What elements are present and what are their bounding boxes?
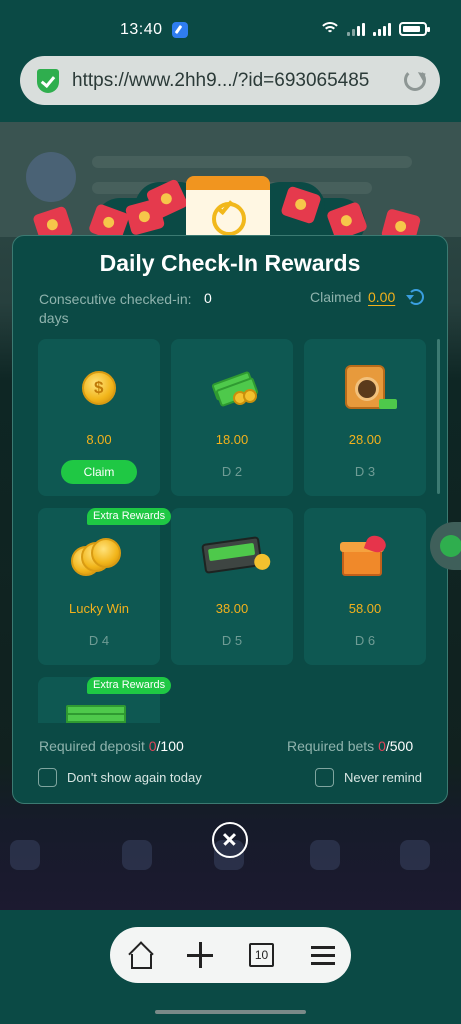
coin-stack-icon [71,538,123,578]
reward-amount: Lucky Win [69,601,129,616]
required-bets-current: 0 [378,738,386,754]
reward-card-day-4[interactable]: Lucky Win D 4 Extra Rewards [38,508,172,665]
reward-day: D 2 [221,464,243,479]
secure-shield-icon[interactable] [37,69,59,93]
required-bets: Required bets 0/500 [287,738,413,754]
safe-icon [345,365,397,409]
required-deposit-label: Required deposit [39,738,145,754]
never-remind-checkbox[interactable] [315,768,334,787]
tabs-button[interactable]: 10 [244,937,280,973]
never-remind-option[interactable]: Never remind [315,768,422,787]
card-list-scrollbar[interactable] [437,339,440,494]
claimed-value[interactable]: 0.00 [368,289,395,305]
signal-icon-2 [373,22,391,36]
menu-icon[interactable] [305,937,341,973]
status-time: 13:40 [120,21,163,38]
status-icons [321,22,430,36]
wifi-icon [321,22,339,36]
reward-card-day-5[interactable]: 38.00 D 5 [171,508,293,665]
reward-day: D 3 [354,464,376,479]
browser-toolbar: 10 [110,927,351,983]
status-bar: 13:40 [0,0,461,52]
reward-day: D 6 [354,633,376,648]
claimed-label: Claimed [310,289,362,305]
reward-card-day-1[interactable]: 8.00 Claim [38,339,160,496]
close-modal-icon[interactable] [212,822,248,858]
never-remind-label[interactable]: Never remind [344,770,422,785]
required-bets-label: Required bets [287,738,375,754]
background-text-line [92,156,412,168]
reward-card-day-3[interactable]: 28.00 D 3 [304,339,426,496]
gift-box-icon [340,533,390,576]
reward-card-grid: 8.00 Claim 18.00 D 2 28.00 D 3 Lucky Wi [38,339,428,723]
home-indicator[interactable] [155,1010,306,1014]
daily-checkin-modal: Daily Check-In Rewards Consecutive check… [12,235,448,804]
app-notification-icon [172,22,188,38]
reward-day: D 4 [88,633,110,648]
cash-coins-icon [211,370,259,408]
extra-rewards-badge: Extra Rewards [87,677,172,694]
reward-amount: 58.00 [348,601,382,616]
cash-briefcase-icon [201,536,263,574]
reward-amount: 28.00 [348,432,382,447]
required-deposit-total: /100 [156,738,184,754]
dont-show-today-option[interactable]: Don't show again today [38,768,202,787]
reward-amount: 8.00 [86,432,112,447]
consecutive-checkin-label: Consecutive checked-in: days [39,291,192,326]
signal-icon [347,22,365,36]
reward-amount: 38.00 [215,601,249,616]
new-tab-icon[interactable] [182,937,218,973]
calendar-check-icon [186,176,270,242]
checkin-header-decoration [0,168,461,248]
reward-card-day-7[interactable]: Extra Rewards [38,677,172,723]
reward-card-day-6[interactable]: 58.00 D 6 [304,508,426,665]
required-bets-total: /500 [385,738,414,754]
reward-day: D 5 [221,633,243,648]
reward-card-day-2[interactable]: 18.00 D 2 [171,339,293,496]
battery-icon [399,22,430,36]
gold-coin-icon [82,371,116,405]
dont-show-today-checkbox[interactable] [38,768,57,787]
required-deposit: Required deposit 0/100 [39,738,184,754]
consecutive-checkin-value: 0 [204,290,212,306]
dont-show-today-label[interactable]: Don't show again today [67,770,202,785]
tab-count: 10 [249,943,274,967]
reward-amount: 18.00 [215,432,249,447]
extra-rewards-badge: Extra Rewards [87,508,172,525]
reload-icon[interactable] [404,69,426,91]
home-icon[interactable] [122,937,158,973]
claim-button[interactable]: Claim [61,460,137,484]
cash-stack-icon [66,693,130,723]
refresh-icon[interactable] [406,289,424,305]
required-deposit-current: 0 [148,738,157,754]
address-bar[interactable]: https://www.2hh9.../?id=693065485 [20,56,440,105]
modal-title: Daily Check-In Rewards [99,250,361,276]
url-text[interactable]: https://www.2hh9.../?id=693065485 [72,70,369,92]
